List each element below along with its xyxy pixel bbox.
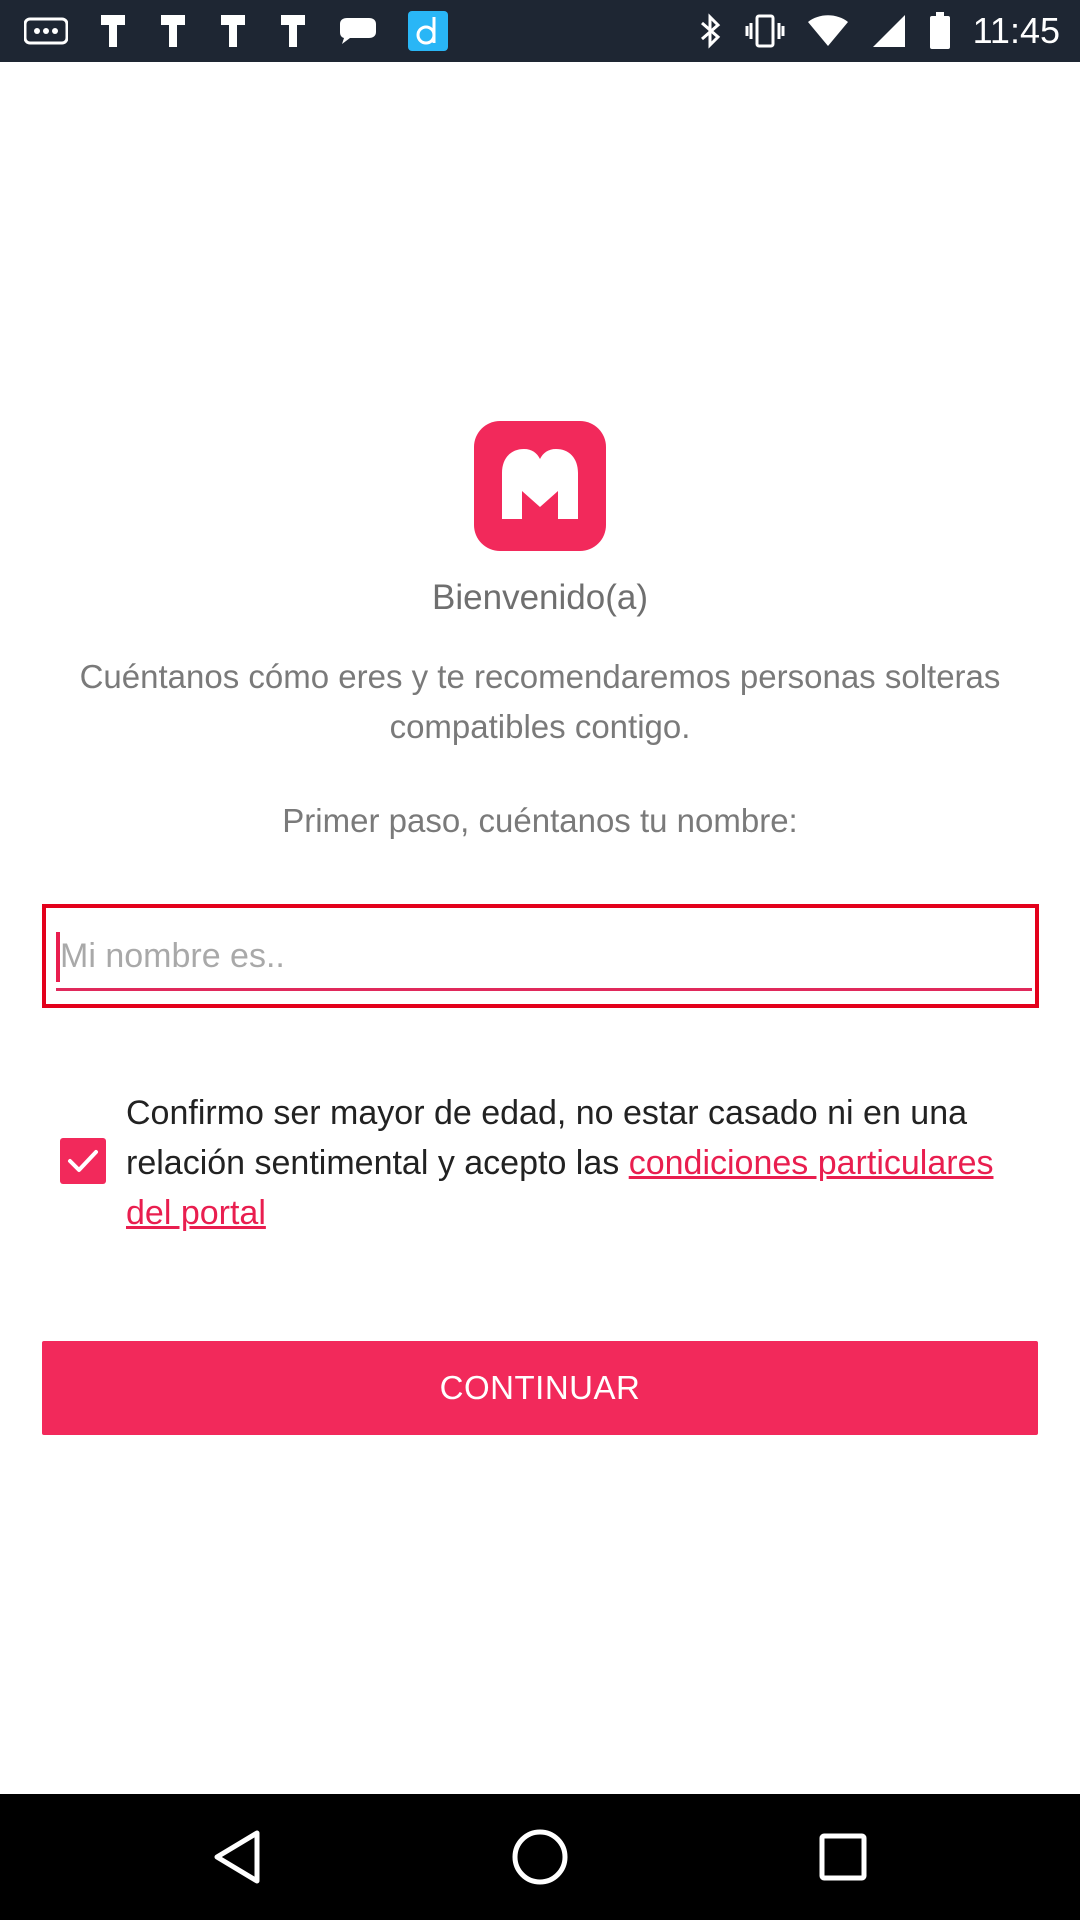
d-app-icon [408, 11, 448, 51]
navigation-bar [0, 1794, 1080, 1920]
home-icon[interactable] [507, 1824, 573, 1890]
step-instruction: Primer paso, cuéntanos tu nombre: [282, 802, 798, 839]
name-field-container [42, 904, 1039, 1008]
notification-icons [24, 10, 448, 52]
recents-icon[interactable] [810, 1824, 876, 1890]
consent-label: Confirmo ser mayor de edad, no estar cas… [126, 1088, 1016, 1238]
app-logo-icon [474, 421, 606, 551]
input-underline [56, 988, 1032, 991]
consent-checkbox[interactable] [60, 1138, 106, 1184]
app-notification-icon [218, 13, 248, 49]
app-notification-icon [278, 13, 308, 49]
vibrate-icon [745, 13, 785, 49]
message-icon [338, 16, 378, 46]
name-input[interactable] [56, 930, 1028, 982]
more-notifications-icon [24, 16, 68, 46]
text-cursor [56, 932, 60, 982]
system-icons: 11:45 [699, 8, 1060, 54]
battery-icon [929, 12, 951, 50]
clock: 11:45 [972, 10, 1060, 51]
signal-icon [871, 13, 907, 49]
bluetooth-icon [699, 13, 723, 49]
status-bar: 11:45 [0, 0, 1080, 62]
continue-button[interactable]: CONTINUAR [42, 1341, 1038, 1435]
checkmark-icon [68, 1150, 98, 1172]
wifi-icon [807, 14, 849, 48]
app-notification-icon [98, 13, 128, 49]
welcome-title: Bienvenido(a) [432, 578, 648, 617]
intro-text: Cuéntanos cómo eres y te recomendaremos … [79, 658, 1001, 745]
back-icon[interactable] [204, 1824, 270, 1890]
app-notification-icon [158, 13, 188, 49]
